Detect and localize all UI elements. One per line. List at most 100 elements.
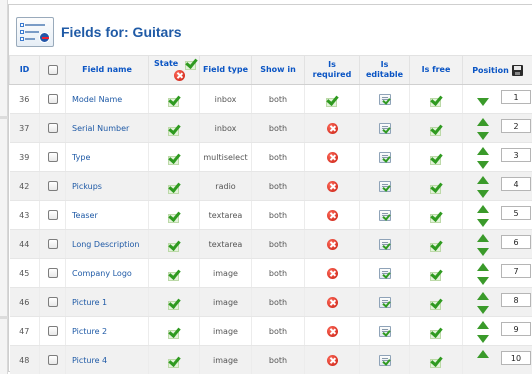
arrow-up-icon[interactable] (477, 350, 489, 358)
tick-icon[interactable] (168, 123, 180, 136)
cell-field-name-link[interactable]: Company Logo (65, 258, 149, 288)
tick-icon[interactable] (168, 181, 180, 194)
cell-is-required (304, 84, 360, 114)
column-header-is-required[interactable]: Is required (304, 55, 360, 85)
column-header-show-in[interactable]: Show in (251, 55, 305, 85)
arrow-down-icon[interactable] (477, 277, 489, 285)
position-input[interactable] (501, 235, 531, 249)
row-checkbox[interactable] (47, 210, 58, 220)
position-input[interactable] (501, 264, 531, 278)
tick-icon[interactable] (430, 268, 442, 281)
tick-icon[interactable] (168, 94, 180, 107)
cell-field-name-link[interactable]: Pickups (65, 171, 149, 201)
x-circle-icon[interactable] (326, 325, 338, 337)
row-checkbox[interactable] (47, 123, 58, 133)
edit-document-icon[interactable] (378, 325, 391, 337)
tick-icon[interactable] (430, 355, 442, 368)
position-input[interactable] (501, 119, 531, 133)
position-input[interactable] (501, 206, 531, 220)
arrow-up-icon[interactable] (477, 205, 489, 213)
column-header-id[interactable]: ID (9, 55, 40, 85)
x-circle-icon[interactable] (326, 354, 338, 366)
tick-icon[interactable] (168, 355, 180, 368)
select-all-checkbox[interactable] (47, 64, 58, 75)
position-input[interactable] (501, 293, 531, 307)
tick-icon[interactable] (168, 152, 180, 165)
tick-icon[interactable] (168, 210, 180, 223)
position-input[interactable] (501, 177, 531, 191)
row-checkbox[interactable] (47, 181, 58, 191)
tick-icon[interactable] (430, 94, 442, 107)
row-checkbox[interactable] (47, 326, 58, 336)
arrow-up-icon[interactable] (477, 292, 489, 300)
arrow-up-icon[interactable] (477, 263, 489, 271)
edit-document-icon[interactable] (378, 180, 391, 192)
row-checkbox[interactable] (47, 239, 58, 249)
cell-field-name-link[interactable]: Type (65, 142, 149, 172)
arrow-down-icon[interactable] (477, 248, 489, 256)
tick-icon[interactable] (430, 326, 442, 339)
edit-document-icon[interactable] (378, 151, 391, 163)
row-checkbox[interactable] (47, 355, 58, 365)
arrow-down-icon[interactable] (477, 190, 489, 198)
arrow-up-icon[interactable] (477, 147, 489, 155)
row-checkbox[interactable] (47, 152, 58, 162)
row-checkbox[interactable] (47, 297, 58, 307)
arrow-down-icon[interactable] (477, 219, 489, 227)
tick-icon[interactable] (430, 210, 442, 223)
fields-table: ID Field name State Field type Show in I… (9, 55, 532, 374)
position-input[interactable] (501, 90, 531, 104)
arrow-down-icon[interactable] (477, 306, 489, 314)
arrow-down-icon[interactable] (477, 161, 489, 169)
tick-icon[interactable] (168, 268, 180, 281)
edit-document-icon[interactable] (378, 296, 391, 308)
x-circle-icon[interactable] (326, 267, 338, 279)
x-circle-icon[interactable] (326, 122, 338, 134)
arrow-down-icon[interactable] (477, 98, 489, 106)
tick-icon[interactable] (168, 326, 180, 339)
x-circle-icon[interactable] (326, 151, 338, 163)
edit-document-icon[interactable] (378, 93, 391, 105)
x-circle-icon[interactable] (326, 180, 338, 192)
edit-document-icon[interactable] (378, 267, 391, 279)
column-header-is-free[interactable]: Is free (409, 55, 463, 85)
cell-field-name-link[interactable]: Teaser (65, 200, 149, 230)
arrow-down-icon[interactable] (477, 335, 489, 343)
tick-icon[interactable] (430, 181, 442, 194)
column-header-field-name[interactable]: Field name (65, 55, 149, 85)
column-header-field-type[interactable]: Field type (199, 55, 252, 85)
column-header-position-label[interactable]: Position (472, 66, 509, 75)
edit-document-icon[interactable] (378, 209, 391, 221)
cell-field-name-link[interactable]: Picture 4 (65, 345, 149, 374)
position-input[interactable] (501, 351, 531, 365)
edit-document-icon[interactable] (378, 122, 391, 134)
arrow-up-icon[interactable] (477, 118, 489, 126)
tick-icon[interactable] (168, 297, 180, 310)
tick-icon[interactable] (430, 239, 442, 252)
arrow-up-icon[interactable] (477, 321, 489, 329)
x-circle-icon[interactable] (326, 296, 338, 308)
edit-document-icon[interactable] (378, 238, 391, 250)
tick-icon[interactable] (430, 297, 442, 310)
tick-icon[interactable] (430, 152, 442, 165)
cell-field-name-link[interactable]: Picture 1 (65, 287, 149, 317)
tick-icon[interactable] (430, 123, 442, 136)
tick-icon[interactable] (326, 94, 338, 107)
cell-field-name-link[interactable]: Model Name (65, 84, 149, 114)
cell-field-name-link[interactable]: Serial Number (65, 113, 149, 143)
save-order-icon[interactable] (511, 64, 523, 76)
x-circle-icon[interactable] (326, 209, 338, 221)
tick-icon[interactable] (168, 239, 180, 252)
position-input[interactable] (501, 322, 531, 336)
cell-field-name-link[interactable]: Picture 2 (65, 316, 149, 346)
row-checkbox[interactable] (47, 268, 58, 278)
cell-field-name-link[interactable]: Long Description (65, 229, 149, 259)
column-header-is-editable[interactable]: Is editable (359, 55, 410, 85)
arrow-up-icon[interactable] (477, 176, 489, 184)
arrow-up-icon[interactable] (477, 234, 489, 242)
x-circle-icon[interactable] (326, 238, 338, 250)
arrow-down-icon[interactable] (477, 132, 489, 140)
row-checkbox[interactable] (47, 94, 58, 104)
position-input[interactable] (501, 148, 531, 162)
edit-document-icon[interactable] (378, 354, 391, 366)
